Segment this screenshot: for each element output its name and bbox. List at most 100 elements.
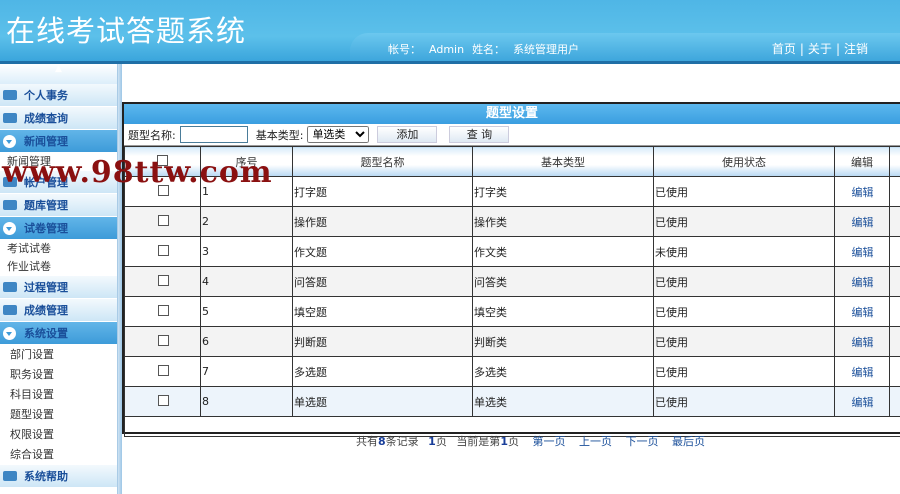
sidebar-group[interactable]: 题库管理: [0, 194, 117, 217]
sidebar-item[interactable]: 综合设置: [0, 445, 117, 465]
row-no: 1: [200, 176, 293, 207]
type-name-input[interactable]: [179, 126, 248, 143]
sidebar-item[interactable]: 科目设置: [0, 385, 117, 405]
row-status: 已使用: [653, 326, 835, 357]
expand-circle-icon: [3, 222, 16, 235]
col-name: 题型名称: [292, 146, 473, 177]
logout-link[interactable]: 注销: [844, 42, 868, 56]
row-type: 判断类: [472, 326, 654, 357]
sidebar-item[interactable]: 权限设置: [0, 425, 117, 445]
sidebar-item[interactable]: 职务设置: [0, 365, 117, 385]
prev-page-link[interactable]: 上一页: [579, 435, 612, 448]
pager-text: 页: [435, 435, 447, 448]
scroll-up-icon[interactable]: ▲: [0, 64, 117, 84]
basic-type-select[interactable]: 单选类: [307, 126, 370, 143]
delete-link[interactable]: 删除: [889, 176, 900, 207]
edit-link[interactable]: 编辑: [834, 266, 890, 297]
user-bar: 帐号： Admin 姓名： 系统管理用户 首页 | 关于 | 注销: [350, 33, 900, 61]
row-no: 6: [200, 326, 293, 357]
delete-link[interactable]: 删除: [889, 236, 900, 267]
row-name: 多选题: [292, 356, 473, 387]
row-checkbox[interactable]: [157, 184, 169, 196]
sidebar-item[interactable]: 题型设置: [0, 405, 117, 425]
delete-link[interactable]: 删除: [889, 206, 900, 237]
row-checkbox[interactable]: [157, 334, 169, 346]
sidebar-group[interactable]: 成绩查询: [0, 107, 117, 130]
row-no: 8: [200, 386, 293, 417]
add-button[interactable]: 添加: [377, 126, 438, 143]
name-label: 姓名：: [472, 43, 506, 56]
next-page-link[interactable]: 下一页: [625, 435, 658, 448]
edit-link[interactable]: 编辑: [834, 176, 890, 207]
expand-circle-icon: [3, 327, 16, 340]
row-status: 已使用: [653, 386, 835, 417]
sidebar-item[interactable]: 作业试卷: [0, 258, 117, 276]
home-link[interactable]: 首页: [772, 42, 796, 56]
delete-link[interactable]: 删除: [889, 266, 900, 297]
row-type: 作文类: [472, 236, 654, 267]
delete-link[interactable]: 删除: [889, 326, 900, 357]
row-name: 作文题: [292, 236, 473, 267]
pager-text: 页: [507, 435, 519, 448]
last-page-link[interactable]: 最后页: [672, 435, 705, 448]
edit-link[interactable]: 编辑: [834, 386, 890, 417]
row-checkbox[interactable]: [157, 274, 169, 286]
table-row: 1 打字题 打字类 已使用 编辑 删除: [124, 176, 900, 207]
row-no: 2: [200, 206, 293, 237]
sidebar-item[interactable]: 新闻管理: [0, 153, 117, 171]
row-type: 单选类: [472, 386, 654, 417]
edit-link[interactable]: 编辑: [834, 206, 890, 237]
user-info: 帐号： Admin 姓名： 系统管理用户: [388, 41, 587, 57]
delete-link[interactable]: 删除: [889, 296, 900, 327]
sidebar-group[interactable]: 成绩管理: [0, 299, 117, 322]
about-link[interactable]: 关于: [808, 42, 832, 56]
pager-text: 条记录: [385, 435, 419, 448]
first-page-link[interactable]: 第一页: [532, 435, 565, 448]
type-table: 序号 题型名称 基本类型 使用状态 编辑 删除 1 打字题 打字类 已使用 编辑…: [124, 146, 900, 437]
col-type: 基本类型: [472, 146, 654, 177]
row-select-cell: [124, 386, 201, 417]
edit-link[interactable]: 编辑: [834, 236, 890, 267]
sidebar-group-label: 试卷管理: [24, 222, 68, 235]
edit-link[interactable]: 编辑: [834, 356, 890, 387]
col-edit: 编辑: [834, 146, 890, 177]
row-select-cell: [124, 296, 201, 327]
pager-text: 当前是第: [456, 435, 501, 448]
sidebar-group-label: 过程管理: [24, 281, 68, 294]
row-checkbox[interactable]: [157, 304, 169, 316]
row-checkbox[interactable]: [157, 364, 169, 376]
pagination: 共有8条记录 1页 当前是第1页 第一页 上一页 下一页 最后页: [356, 433, 705, 449]
type-name-label: 题型名称:: [128, 128, 176, 142]
col-no: 序号: [200, 146, 293, 177]
delete-link[interactable]: 删除: [889, 386, 900, 417]
sidebar-group-label: 题库管理: [24, 199, 68, 212]
row-checkbox[interactable]: [157, 244, 169, 256]
delete-link[interactable]: 删除: [889, 356, 900, 387]
sidebar-group[interactable]: 新闻管理: [0, 130, 117, 153]
folder-icon: [3, 90, 17, 100]
row-name: 问答题: [292, 266, 473, 297]
row-select-cell: [124, 236, 201, 267]
sidebar-group[interactable]: 试卷管理: [0, 217, 117, 240]
sidebar-item[interactable]: 部门设置: [0, 345, 117, 365]
sidebar-group[interactable]: 系统设置: [0, 322, 117, 345]
pager-text: 共有: [356, 435, 378, 448]
sidebar-group[interactable]: 个人事务: [0, 84, 117, 107]
row-checkbox[interactable]: [157, 394, 169, 406]
edit-link[interactable]: 编辑: [834, 326, 890, 357]
row-type: 填空类: [472, 296, 654, 327]
row-select-cell: [124, 356, 201, 387]
edit-link[interactable]: 编辑: [834, 296, 890, 327]
sidebar-group[interactable]: 系统帮助: [0, 465, 117, 488]
sidebar-group[interactable]: 过程管理: [0, 276, 117, 299]
table-header: 序号 题型名称 基本类型 使用状态 编辑 删除: [124, 146, 900, 177]
sidebar-group[interactable]: 帐户管理: [0, 171, 117, 194]
sidebar: ▲ 个人事务 成绩查询 新闻管理 新闻管理 帐户管理 题库管理 试卷管理 考试试卷 作业试卷 过程…: [0, 64, 118, 494]
row-checkbox[interactable]: [157, 214, 169, 226]
sidebar-item[interactable]: 考试试卷: [0, 240, 117, 258]
header: 在线考试答题系统 帐号： Admin 姓名： 系统管理用户 首页 | 关于 | 注销: [0, 0, 900, 64]
query-button[interactable]: 查 询: [449, 126, 510, 143]
row-name: 单选题: [292, 386, 473, 417]
sidebar-group-label: 新闻管理: [24, 135, 68, 148]
select-all-checkbox[interactable]: [157, 154, 168, 166]
